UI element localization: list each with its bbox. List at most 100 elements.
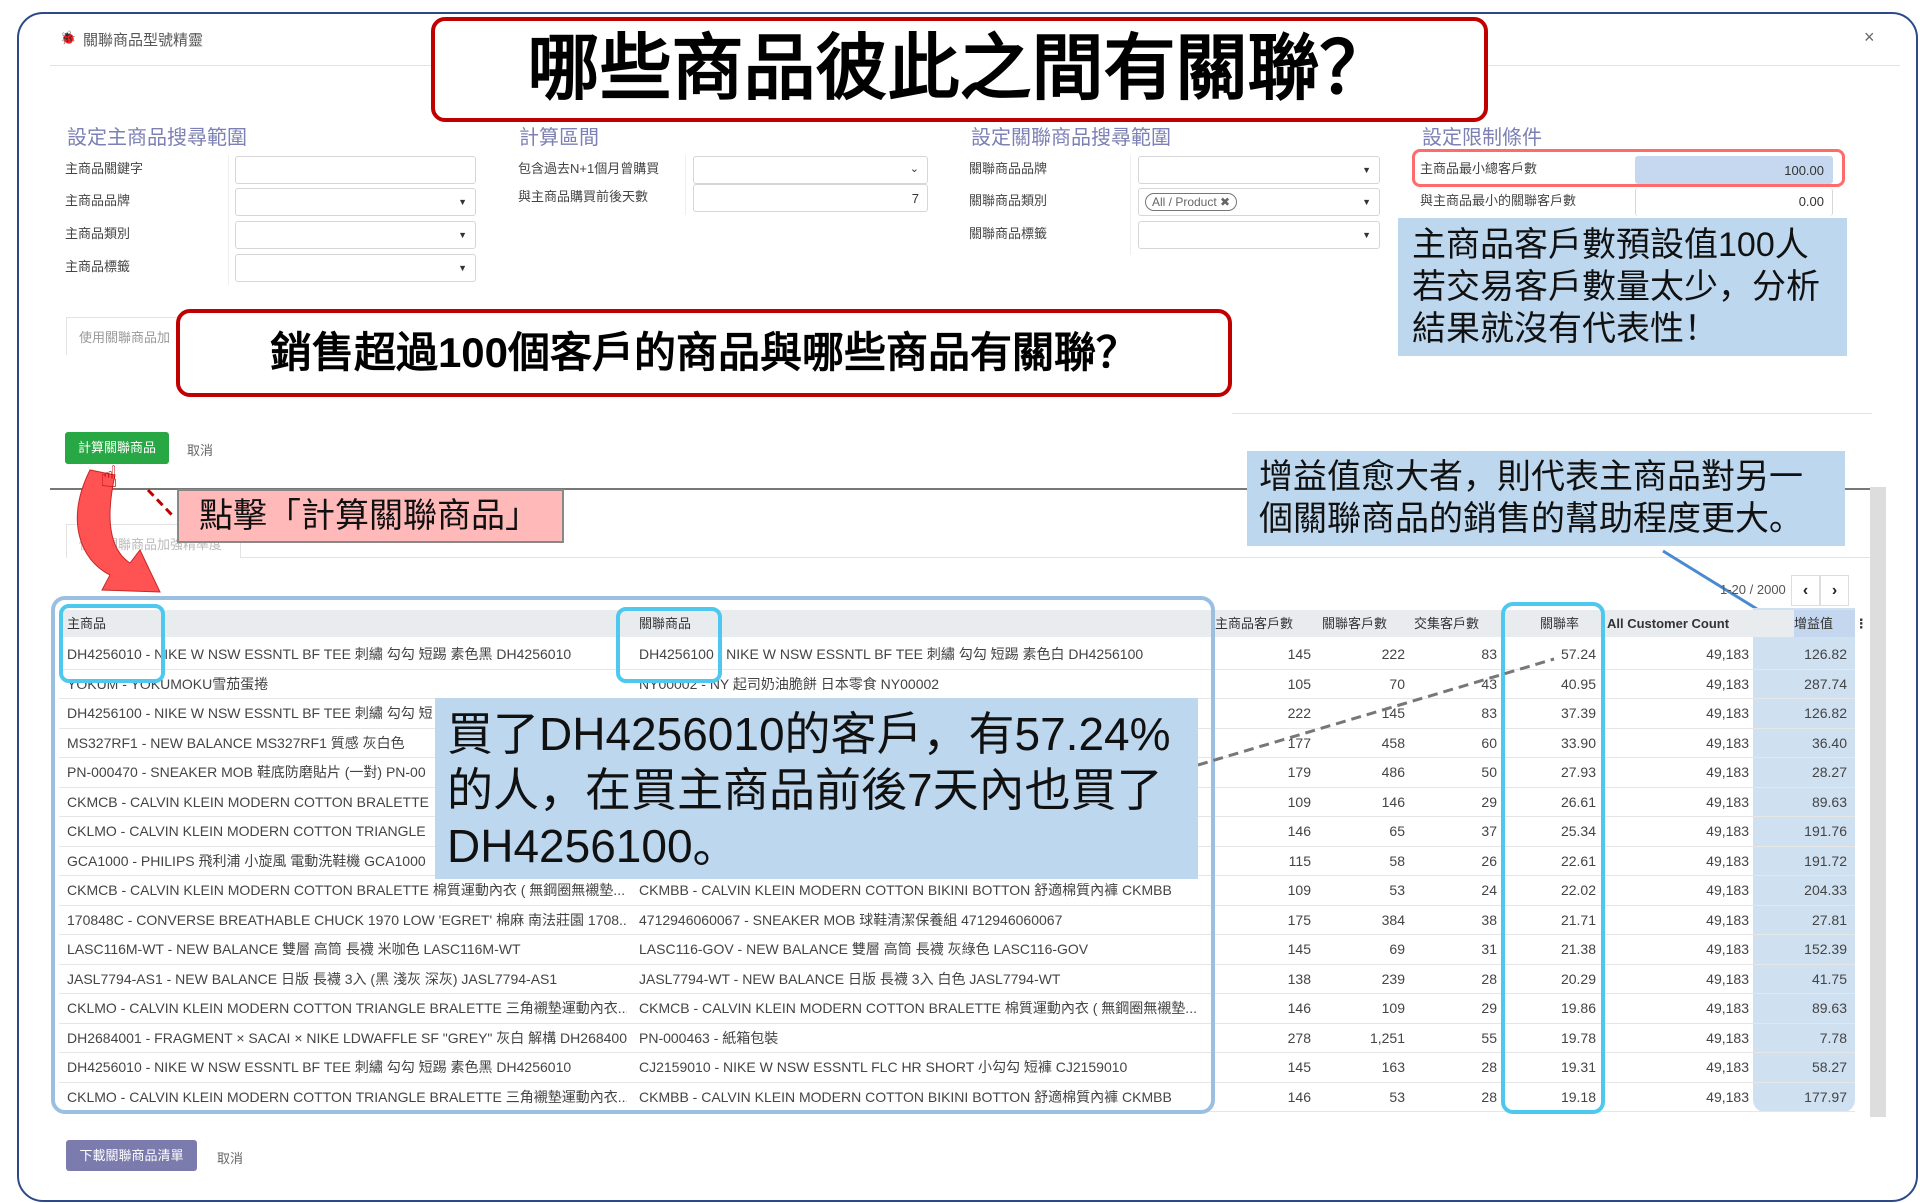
cell-related-customers: 58: [1389, 852, 1405, 869]
tab-top[interactable]: 使用關聯商品加: [66, 317, 184, 355]
section-main-scope: 設定主商品搜尋範圍: [67, 127, 247, 149]
callout-example: 買了DH4256010的客戶，有57.24%的人，在買主商品前後7天內也買了DH…: [435, 698, 1198, 879]
callout-main-question: 哪些商品彼此之間有關聯？: [431, 17, 1488, 122]
download-list-button[interactable]: 下載關聯商品清單: [66, 1140, 197, 1171]
col-lift[interactable]: 增益值 ⋮: [1794, 610, 1868, 637]
cell-related-customers: 384: [1381, 911, 1405, 928]
col-intersect-customers[interactable]: 交集客戶數: [1414, 610, 1479, 637]
related-tag-select[interactable]: ▼: [1138, 221, 1380, 249]
cell-lift: 191.72: [1804, 852, 1847, 869]
callout-lift: 增益值愈大者，則代表主商品對另一個關聯商品的銷售的幫助程度更大。: [1247, 451, 1845, 546]
related-category-select[interactable]: All / Product ✖ ▼: [1138, 188, 1380, 216]
min-related-customers-input[interactable]: 0.00: [1635, 188, 1833, 216]
divider: [1130, 155, 1131, 255]
cell-related-customers: 65: [1389, 823, 1405, 839]
section-related-scope: 設定關聯商品搜尋範圍: [971, 127, 1171, 149]
cell-related-customers: 146: [1381, 793, 1405, 810]
cancel-link[interactable]: 取消: [187, 440, 213, 459]
cell-all-customer-count: 49,183: [1706, 941, 1749, 957]
label-main-keyword: 主商品關鍵字: [65, 161, 144, 176]
label-min-related-customers: 與主商品最小的關聯客戶數: [1420, 193, 1577, 208]
category-tag-label: All / Product: [1152, 195, 1217, 209]
days-input[interactable]: 7: [693, 184, 928, 212]
related-brand-select[interactable]: ▼: [1138, 156, 1380, 184]
callout-click-hint: 點擊「計算關聯商品」: [177, 489, 564, 543]
connector-line: [1662, 549, 1758, 611]
remove-tag-icon[interactable]: ✖: [1220, 195, 1230, 209]
cell-main-customers: 109: [1287, 882, 1311, 898]
cell-lift: 204.33: [1804, 882, 1847, 898]
cell-intersect-customers: 28: [1481, 970, 1497, 987]
col-main-customers[interactable]: 主商品客戶數: [1215, 610, 1293, 637]
pager-value: 1-20 / 2000: [1720, 582, 1786, 597]
main-product-highlight: [59, 604, 165, 683]
cell-related-customers: 109: [1381, 1000, 1405, 1016]
next-page-button[interactable]: ›: [1820, 575, 1849, 606]
cell-all-customer-count: 49,183: [1706, 734, 1749, 751]
cell-intersect-customers: 26: [1481, 852, 1497, 869]
cell-main-customers: 109: [1287, 793, 1311, 810]
cell-intersect-customers: 28: [1481, 1088, 1497, 1105]
cell-lift: 41.75: [1811, 970, 1847, 987]
cell-related-customers: 53: [1389, 1088, 1405, 1105]
caret-down-icon: ▼: [458, 197, 467, 207]
cell-lift: 126.82: [1804, 705, 1847, 721]
cell-main-customers: 146: [1287, 823, 1311, 839]
cell-all-customer-count: 49,183: [1706, 646, 1749, 662]
label-related-tag: 關聯商品標籤: [969, 226, 1048, 241]
cell-main-customers: 138: [1287, 970, 1311, 987]
cell-main-customers: 278: [1287, 1029, 1311, 1046]
cell-all-customer-count: 49,183: [1706, 823, 1749, 839]
cell-lift: 27.81: [1811, 911, 1847, 928]
label-related-category: 關聯商品類別: [969, 193, 1048, 208]
cell-lift: 287.74: [1804, 675, 1847, 692]
cell-intersect-customers: 24: [1481, 882, 1497, 898]
cell-intersect-customers: 28: [1481, 1059, 1497, 1075]
col-all-customer-count[interactable]: All Customer Count: [1607, 610, 1729, 637]
cell-all-customer-count: 49,183: [1706, 882, 1749, 898]
cell-intersect-customers: 55: [1481, 1029, 1497, 1046]
cell-lift: 7.78: [1819, 1029, 1847, 1046]
main-category-select[interactable]: ▼: [235, 221, 476, 249]
cell-main-customers: 145: [1287, 1059, 1311, 1075]
highlight-box: [1412, 149, 1845, 187]
category-tag: All / Product ✖: [1145, 193, 1238, 211]
cell-all-customer-count: 49,183: [1706, 911, 1749, 928]
caret-down-icon: ▼: [458, 230, 467, 240]
cell-all-customer-count: 49,183: [1706, 1088, 1749, 1105]
scrollbar[interactable]: [1870, 487, 1886, 1117]
divider: [1232, 413, 1872, 414]
column-options-icon[interactable]: ⋮: [1855, 616, 1868, 631]
dashed-connector: [1197, 657, 1555, 767]
cell-all-customer-count: 49,183: [1706, 675, 1749, 692]
months-select[interactable]: ⌄: [693, 156, 928, 184]
prev-page-button[interactable]: ‹: [1791, 575, 1820, 606]
cell-all-customer-count: 49,183: [1706, 970, 1749, 987]
main-tag-select[interactable]: ▼: [235, 254, 476, 282]
caret-down-icon: ▼: [1362, 197, 1371, 207]
cell-related-customers: 1,251: [1369, 1029, 1405, 1046]
cell-intersect-customers: 29: [1481, 793, 1497, 810]
caret-down-icon: ▼: [458, 263, 467, 273]
cell-related-customers: 53: [1389, 882, 1405, 898]
col-related-customers[interactable]: 關聯客戶數: [1322, 610, 1387, 637]
main-brand-select[interactable]: ▼: [235, 188, 476, 216]
callout-min-customers: 主商品客戶數預設值100人若交易客戶數量太少，分析結果就沒有代表性！: [1398, 218, 1847, 356]
cell-intersect-customers: 31: [1481, 941, 1497, 957]
label-main-brand: 主商品品牌: [65, 193, 131, 208]
cancel-link-bottom[interactable]: 取消: [217, 1148, 243, 1167]
col-lift-label: 增益值: [1794, 616, 1834, 631]
main-keyword-input[interactable]: [235, 156, 476, 184]
divider: [241, 557, 1871, 558]
cell-all-customer-count: 49,183: [1706, 1000, 1749, 1016]
cell-all-customer-count: 49,183: [1706, 1029, 1749, 1046]
bug-icon: 🐞: [60, 30, 77, 45]
caret-down-icon: ▼: [1362, 230, 1371, 240]
cell-lift: 177.97: [1804, 1088, 1847, 1105]
cell-all-customer-count: 49,183: [1706, 852, 1749, 869]
cell-related-customers: 163: [1381, 1059, 1405, 1075]
close-icon[interactable]: ×: [1864, 27, 1875, 48]
section-limits: 設定限制條件: [1422, 127, 1542, 149]
label-months: 包含過去N+1個月曾購買: [518, 161, 660, 176]
cell-main-customers: 175: [1287, 911, 1311, 928]
